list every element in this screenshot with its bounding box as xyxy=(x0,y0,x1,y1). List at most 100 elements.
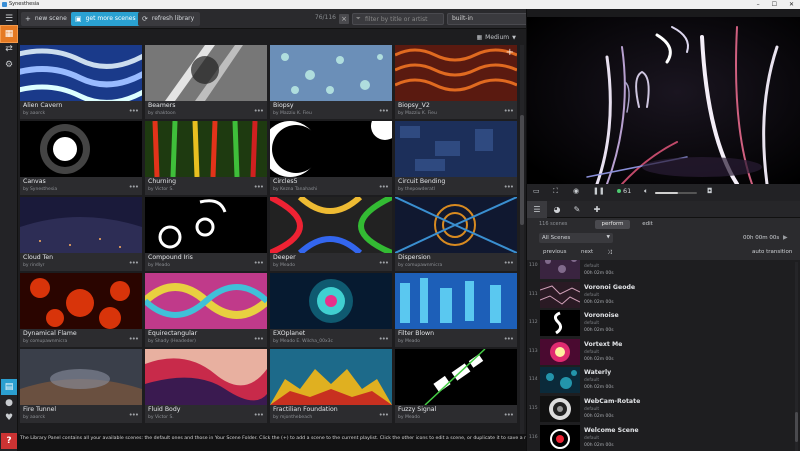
get-more-scenes-button[interactable]: ▣ get more scenes xyxy=(71,12,142,26)
scene-thumbnail[interactable] xyxy=(20,197,142,253)
playlist-panel-icon[interactable]: ▤ xyxy=(1,379,17,395)
playlist-scrollbar[interactable] xyxy=(795,262,798,451)
playlist-row[interactable]: 116 Welcome Scene default 00h 02m 00s xyxy=(527,424,800,451)
share-icon[interactable]: ⇄ xyxy=(1,41,17,57)
scene-preview[interactable] xyxy=(527,17,800,184)
scene-card[interactable]: Canvas by Synesthesia ••• xyxy=(20,121,142,195)
scene-thumbnail[interactable] xyxy=(395,273,517,329)
scene-card[interactable]: Fractilian Foundation by mjonthebeach ••• xyxy=(270,349,392,423)
scene-card[interactable]: Biopsy by Mazziu K. Fieu ••• xyxy=(270,45,392,119)
scene-thumbnail[interactable] xyxy=(20,121,142,177)
camera-icon[interactable]: ◘ xyxy=(707,187,713,195)
monitor-icon[interactable]: ▭ xyxy=(533,187,540,195)
previous-button[interactable]: previous xyxy=(543,249,567,255)
more-options-icon[interactable]: ••• xyxy=(129,107,139,115)
play-icon[interactable]: ▶ xyxy=(783,234,788,241)
scene-thumbnail[interactable] xyxy=(145,273,267,329)
shuffle-icon[interactable]: ⤨ xyxy=(607,249,612,257)
playlist-scrollbar-thumb[interactable] xyxy=(795,412,798,442)
more-options-icon[interactable]: ••• xyxy=(504,335,514,343)
thumbnail-size-select[interactable]: ▦ Medium ▼ xyxy=(476,34,516,41)
help-icon[interactable]: ? xyxy=(1,433,17,449)
scene-thumbnail[interactable] xyxy=(20,273,142,329)
scene-thumbnail[interactable] xyxy=(395,349,517,405)
playlist-row[interactable]: 114 Waterly default 00h 02m 00s xyxy=(527,366,800,394)
eye-icon[interactable]: ◉ xyxy=(573,187,579,195)
scene-card[interactable]: Circles5 by Kezna Tanahashi ••• xyxy=(270,121,392,195)
tab-playlist[interactable]: ☰ xyxy=(527,201,547,218)
clear-filter-button[interactable]: × xyxy=(339,14,349,24)
scene-thumbnail[interactable] xyxy=(270,45,392,101)
playlist-filter-select[interactable]: All Scenes ▼ xyxy=(539,233,613,243)
playlist-row[interactable]: 112 Voronoise default 00h 02m 00s xyxy=(527,309,800,337)
playlist-row[interactable]: 111 Voronoi Geode default 00h 02m 00s xyxy=(527,281,800,309)
fullscreen-icon[interactable]: ⛶ xyxy=(553,187,558,196)
scene-card[interactable]: Churning by Victor S. ••• xyxy=(145,121,267,195)
more-options-icon[interactable]: ••• xyxy=(129,411,139,419)
scene-card[interactable]: Deeper by Meado ••• xyxy=(270,197,392,271)
scene-thumbnail[interactable] xyxy=(270,197,392,253)
gear-icon[interactable]: ⚙ xyxy=(1,57,17,73)
scene-thumbnail[interactable] xyxy=(270,349,392,405)
more-options-icon[interactable]: ••• xyxy=(504,183,514,191)
scene-card[interactable]: Filter Blown by Meado ••• xyxy=(395,273,517,347)
close-button[interactable]: ✕ xyxy=(789,0,794,9)
tab-edit[interactable]: ✎ xyxy=(567,201,587,218)
scene-thumbnail[interactable] xyxy=(395,197,517,253)
scene-card[interactable]: Circuit Bending by thepowderatl ••• xyxy=(395,121,517,195)
scene-thumbnail[interactable] xyxy=(145,197,267,253)
more-options-icon[interactable]: ••• xyxy=(504,411,514,419)
scene-card[interactable]: Compound Iris by Meado ••• xyxy=(145,197,267,271)
scene-card[interactable]: Fluid Body by Victor S. ••• xyxy=(145,349,267,423)
more-options-icon[interactable]: ••• xyxy=(129,335,139,343)
scene-card[interactable]: Alien Cavern by aaorck ••• xyxy=(20,45,142,119)
scene-thumbnail[interactable] xyxy=(20,349,142,405)
more-options-icon[interactable]: ••• xyxy=(254,411,264,419)
playlist-row[interactable]: 113 Vortext Me default 00h 02m 00s xyxy=(527,338,800,366)
next-button[interactable]: next xyxy=(581,249,593,255)
tab-add[interactable]: ✚ xyxy=(587,201,607,218)
auto-transition-toggle[interactable]: auto transition xyxy=(752,249,792,255)
maximize-button[interactable]: ☐ xyxy=(772,0,777,9)
scene-thumbnail[interactable] xyxy=(20,45,142,101)
playlist-row[interactable]: 110 default 00h 02m 00s xyxy=(527,260,800,280)
scene-card[interactable]: + Biopsy_V2 by Mazziu K. Fieu ••• xyxy=(395,45,517,119)
heart-icon[interactable]: ♥ xyxy=(1,410,17,426)
tab-colors[interactable]: ◕ xyxy=(547,201,567,218)
more-options-icon[interactable]: ••• xyxy=(254,107,264,115)
more-options-icon[interactable]: ••• xyxy=(379,335,389,343)
new-scene-button[interactable]: + new scene xyxy=(21,12,73,26)
playlist-row[interactable]: 115 WebCam-Rotate default 00h 02m 00s xyxy=(527,395,800,423)
scene-source-select[interactable]: built-in ▼ xyxy=(447,13,537,25)
scene-card[interactable]: Dynamical Flame by comupawnmicra ••• xyxy=(20,273,142,347)
refresh-library-button[interactable]: ⟳ refresh library xyxy=(138,12,201,26)
library-scrollbar[interactable] xyxy=(520,45,524,434)
scene-thumbnail[interactable] xyxy=(270,121,392,177)
scene-card[interactable]: Fuzzy Signal by Meado ••• xyxy=(395,349,517,423)
scene-thumbnail[interactable] xyxy=(145,121,267,177)
more-options-icon[interactable]: ••• xyxy=(254,259,264,267)
volume-slider[interactable] xyxy=(655,192,697,194)
scene-thumbnail[interactable] xyxy=(395,121,517,177)
user-icon[interactable]: ● xyxy=(1,395,17,411)
speaker-icon[interactable]: 🔈︎ xyxy=(644,187,648,196)
more-options-icon[interactable]: ••• xyxy=(379,107,389,115)
add-to-playlist-icon[interactable]: + xyxy=(506,47,514,58)
perform-mode-button[interactable]: perform xyxy=(595,220,630,229)
more-options-icon[interactable]: ••• xyxy=(379,183,389,191)
more-options-icon[interactable]: ••• xyxy=(254,335,264,343)
minimize-button[interactable]: – xyxy=(757,0,760,9)
more-options-icon[interactable]: ••• xyxy=(504,259,514,267)
menu-icon[interactable]: ☰ xyxy=(1,11,17,27)
pause-icon[interactable]: ❚❚ xyxy=(593,187,605,195)
scene-card[interactable]: Equirectangular by Shady (Headeder) ••• xyxy=(145,273,267,347)
more-options-icon[interactable]: ••• xyxy=(379,259,389,267)
scene-card[interactable]: Cloud Ten by rindlyr ••• xyxy=(20,197,142,271)
library-scrollbar-thumb[interactable] xyxy=(520,115,524,225)
scene-card[interactable]: Dispersion by comupawnmicra ••• xyxy=(395,197,517,271)
scene-thumbnail[interactable] xyxy=(145,45,267,101)
more-options-icon[interactable]: ••• xyxy=(379,411,389,419)
scene-card[interactable]: Beamers by shaktoon ••• xyxy=(145,45,267,119)
more-options-icon[interactable]: ••• xyxy=(254,183,264,191)
more-options-icon[interactable]: ••• xyxy=(129,183,139,191)
